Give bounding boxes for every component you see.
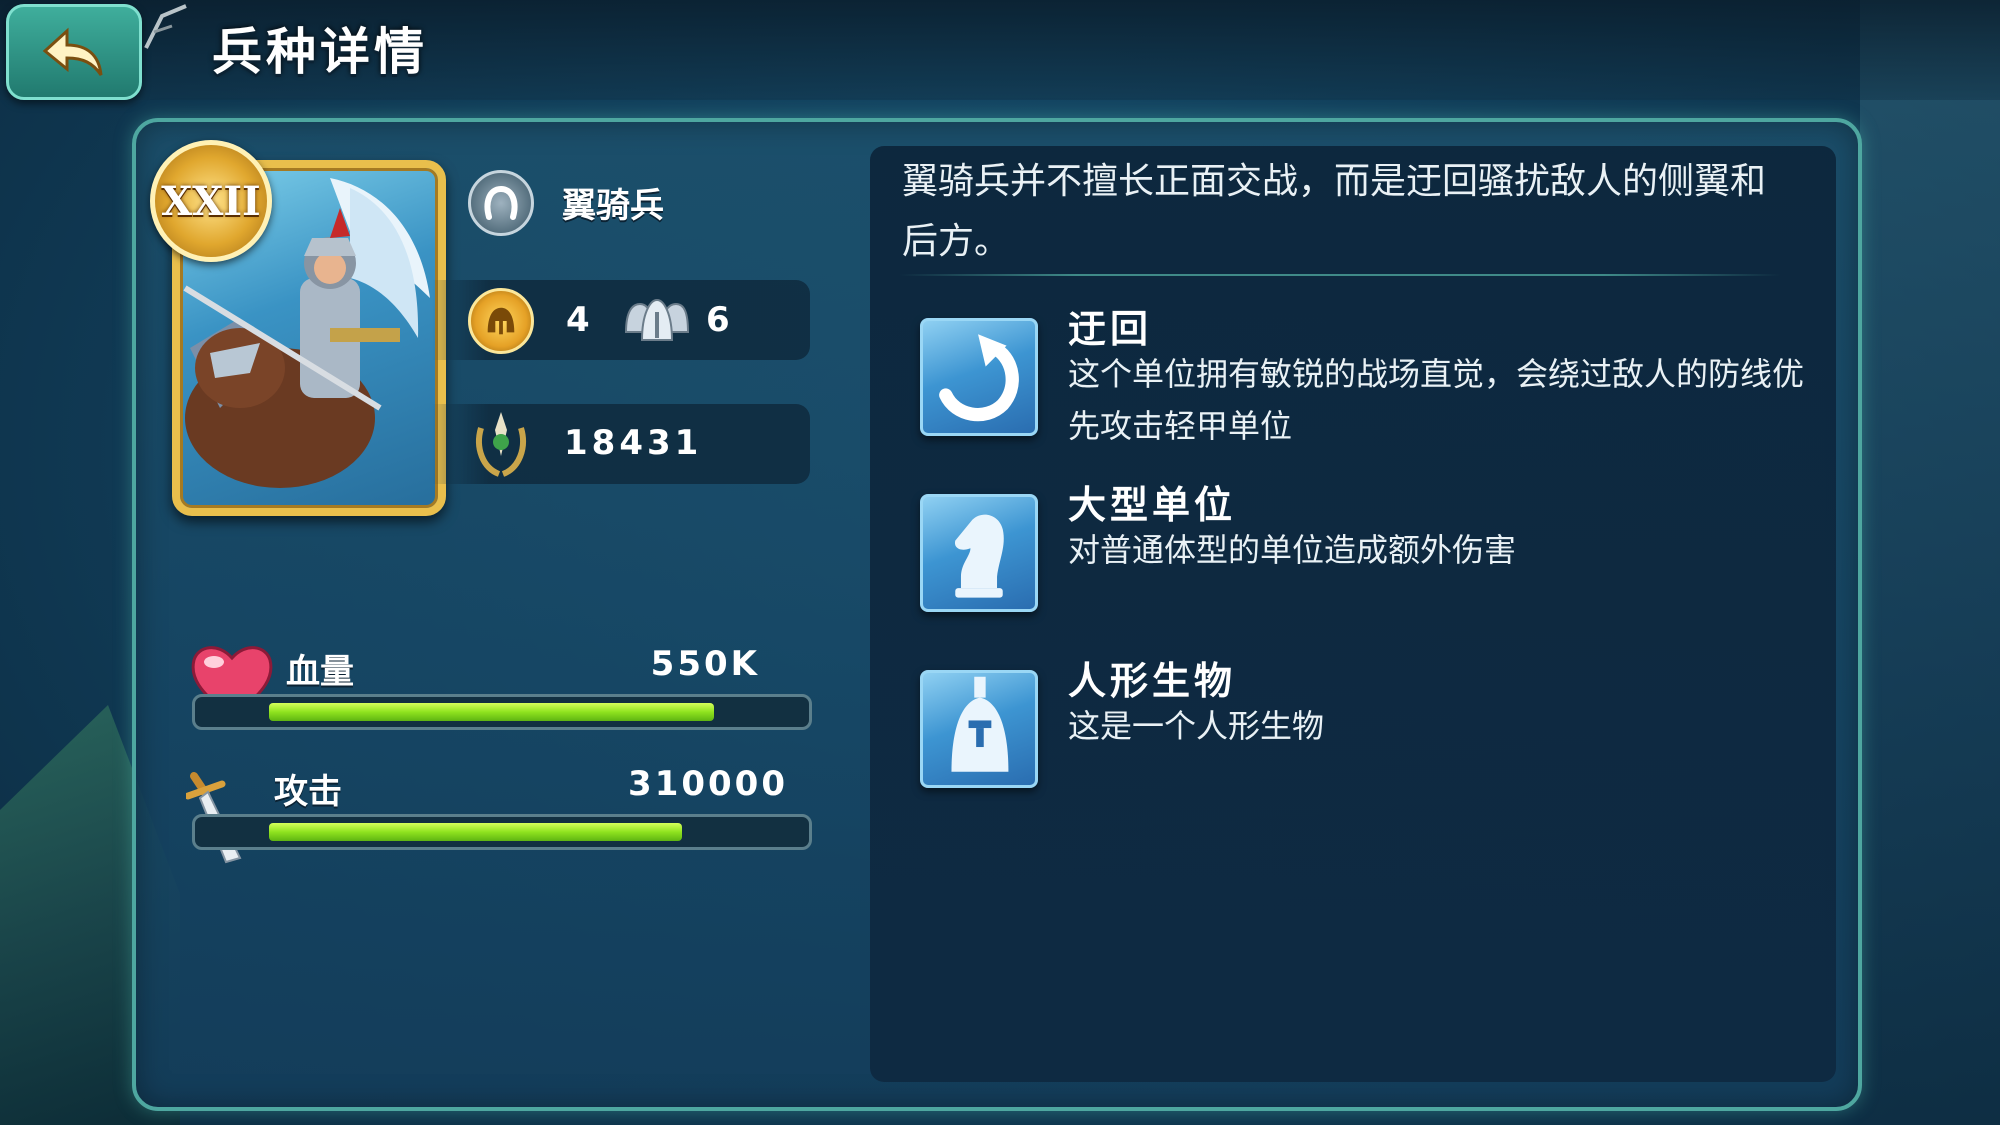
skill-title-1: 迂回 (1068, 307, 1153, 351)
horseshoe-icon (468, 170, 534, 236)
skill-title-3: 人形生物 (1068, 659, 1237, 703)
attack-bar-fill (269, 823, 683, 841)
description-panel (870, 146, 1836, 1082)
hp-bar (192, 694, 812, 730)
page-title: 兵种详情 (212, 23, 428, 81)
skill-desc-1: 这个单位拥有敏锐的战场直觉，会绕过敌人的防线优先攻击轻甲单位 (1068, 355, 1805, 445)
rank-badge: XXII (150, 140, 272, 262)
squad-helmets-icon (624, 298, 690, 341)
chess-knight-icon (920, 494, 1038, 612)
header-ornament-icon (144, 4, 187, 49)
hp-label: 血量 (286, 652, 354, 692)
skill-desc-3: 这是一个人形生物 (1068, 707, 1325, 745)
circular-arrow-icon (920, 318, 1038, 436)
attack-label: 攻击 (274, 772, 342, 812)
unit-count-b: 6 (706, 300, 730, 340)
background-edge (1860, 0, 2000, 1125)
unit-description: 翼骑兵并不擅长正面交战，而是迂回骚扰敌人的侧翼和后方。 (902, 161, 1767, 262)
unit-count-a: 4 (566, 300, 590, 340)
skill-title-2: 大型单位 (1068, 483, 1237, 527)
attack-bar (192, 814, 812, 850)
unit-name: 翼骑兵 (562, 186, 664, 226)
unit-power-value: 18431 (564, 423, 703, 463)
description-divider (900, 274, 1780, 276)
back-button[interactable] (6, 4, 142, 100)
rank-label: XXII (161, 177, 261, 225)
knight-helmet-icon (920, 670, 1038, 788)
hp-value: 550K (650, 644, 760, 684)
helmet-icon (468, 288, 534, 354)
hp-bar-fill (269, 703, 715, 721)
attack-value: 310000 (628, 764, 788, 804)
laurel-power-icon (468, 410, 534, 477)
skill-desc-2: 对普通体型的单位造成额外伤害 (1068, 531, 1517, 569)
back-arrow-icon (42, 27, 103, 76)
